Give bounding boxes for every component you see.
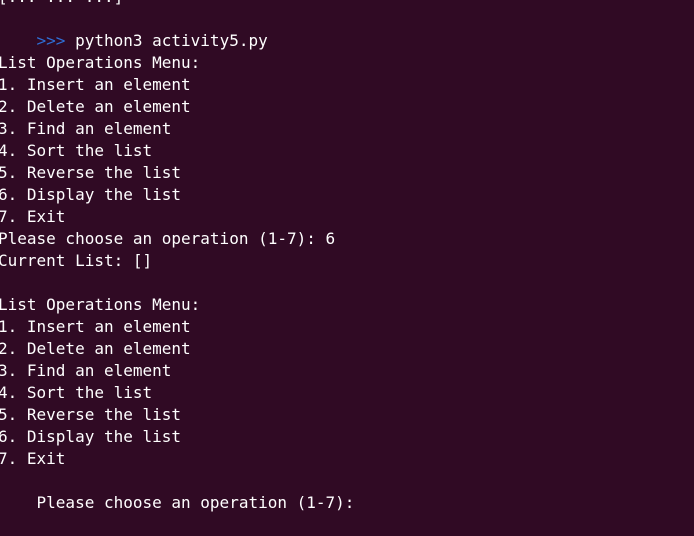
previous-prompt-line: [... ... ...] (0, 0, 694, 8)
input-prompt-line[interactable]: Please choose an operation (1-7): (0, 470, 694, 512)
menu-item-exit: 7. Exit (0, 449, 66, 468)
menu-item-delete: 2. Delete an element (0, 97, 191, 116)
menu-item-display: 6. Display the list (0, 427, 182, 446)
menu-item-find: 3. Find an element (0, 119, 172, 138)
menu-item-sort: 4. Sort the list (0, 141, 153, 160)
menu-item-sort: 4. Sort the list (0, 383, 153, 402)
menu-item-reverse: 5. Reverse the list (0, 405, 182, 424)
command-line: >>> python3 activity5.py (0, 8, 694, 50)
menu-title: List Operations Menu: (0, 53, 201, 72)
command-text: python3 activity5.py (65, 31, 268, 50)
menu-item-exit: 7. Exit (0, 207, 66, 226)
current-list-output: Current List: [] (0, 251, 153, 270)
prompt-arrows: >>> (36, 31, 66, 50)
menu-item-delete: 2. Delete an element (0, 339, 191, 358)
menu-item-reverse: 5. Reverse the list (0, 163, 182, 182)
choice-prompt: Please choose an operation (1-7): 6 (0, 229, 336, 248)
menu-item-display: 6. Display the list (0, 185, 182, 204)
menu-item-insert: 1. Insert an element (0, 317, 191, 336)
menu-title: List Operations Menu: (0, 295, 201, 314)
menu-item-find: 3. Find an element (0, 361, 172, 380)
terminal-output[interactable]: [... ... ...] >>> python3 activity5.py L… (0, 0, 694, 512)
menu-item-insert: 1. Insert an element (0, 75, 191, 94)
